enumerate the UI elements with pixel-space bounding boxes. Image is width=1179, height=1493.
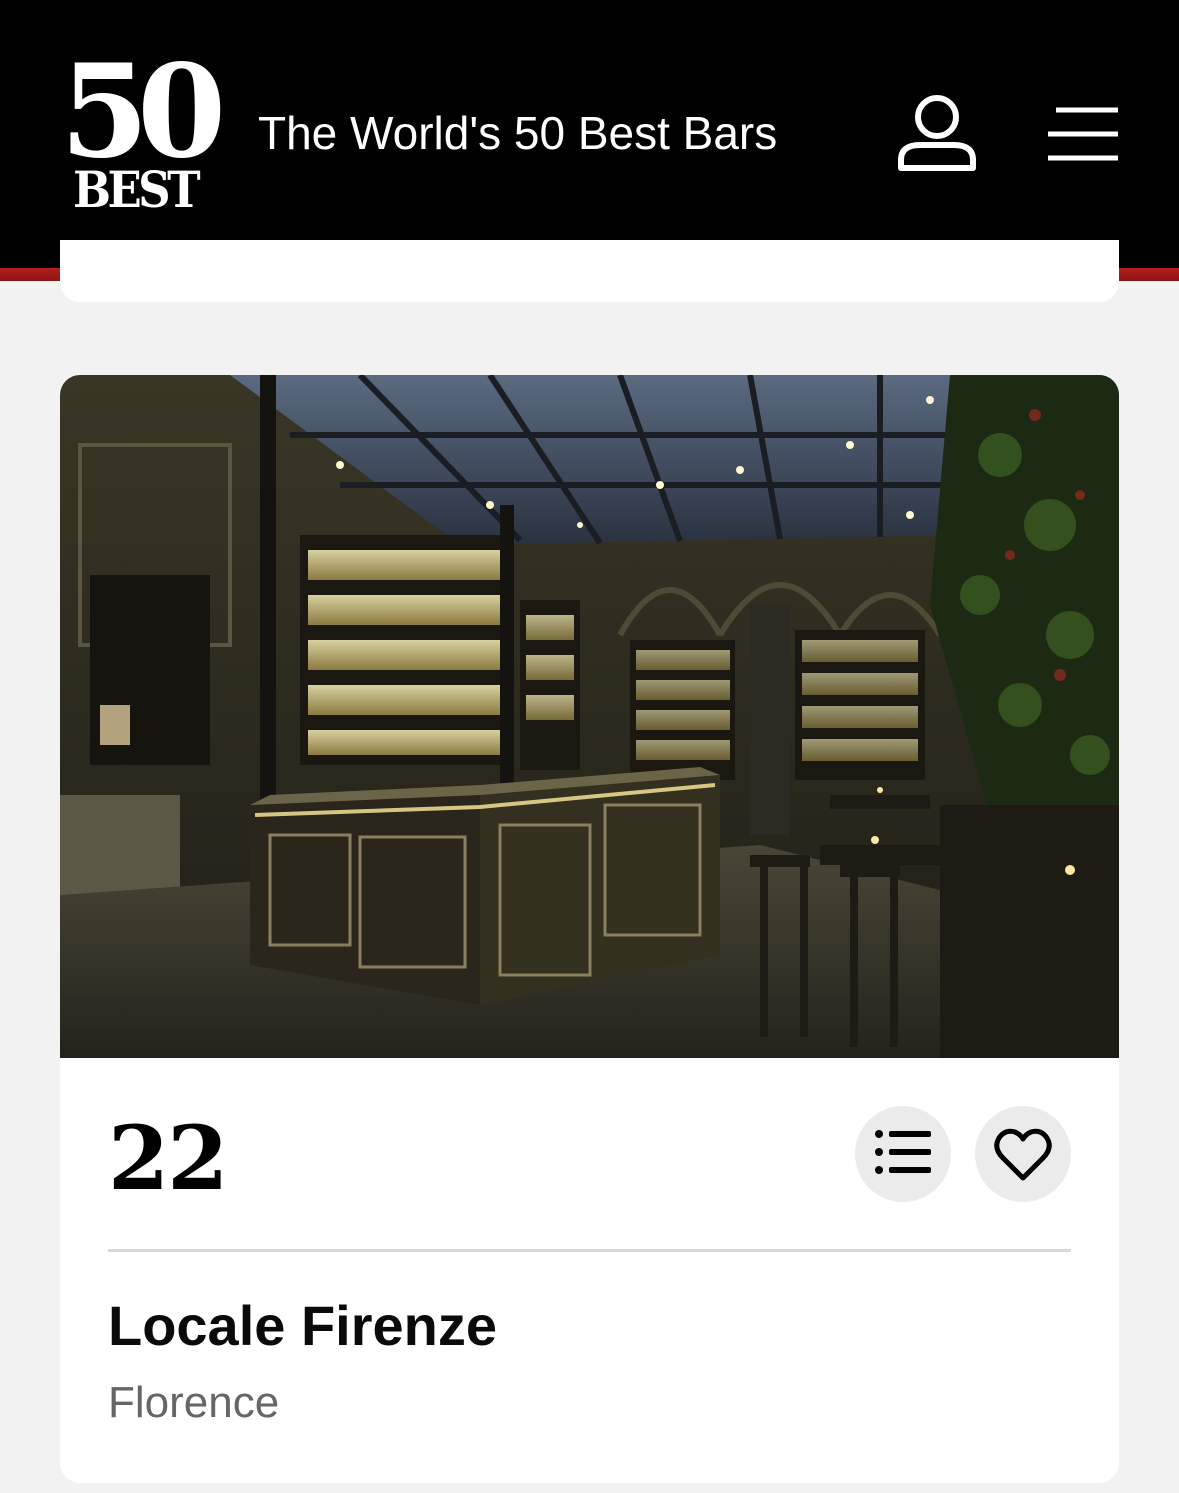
logo-number: 50 — [60, 37, 226, 187]
list-icon — [875, 1130, 931, 1174]
favourite-button[interactable] — [975, 1106, 1071, 1202]
bar-card[interactable]: 22 Locale Firenze Florence — [60, 375, 1119, 1483]
add-to-list-button[interactable] — [855, 1106, 951, 1202]
fifty-best-logo[interactable]: 50 BEST — [60, 37, 226, 219]
previous-card-edge — [60, 240, 1119, 302]
bar-city: Florence — [108, 1378, 280, 1427]
menu-button[interactable] — [1040, 100, 1126, 170]
site-title[interactable]: The World's 50 Best Bars — [258, 104, 777, 162]
user-icon — [898, 95, 976, 171]
bar-name[interactable]: Locale Firenze — [108, 1293, 497, 1359]
card-divider — [108, 1249, 1071, 1252]
heart-icon — [994, 1128, 1052, 1181]
bar-rank: 22 — [108, 1106, 228, 1210]
bar-photo[interactable] — [60, 375, 1119, 1058]
account-button[interactable] — [890, 90, 984, 180]
logo-word: BEST — [73, 160, 201, 219]
site-header: 50 BEST The World's 50 Best Bars — [0, 0, 1179, 268]
hamburger-menu-icon — [1048, 107, 1118, 161]
